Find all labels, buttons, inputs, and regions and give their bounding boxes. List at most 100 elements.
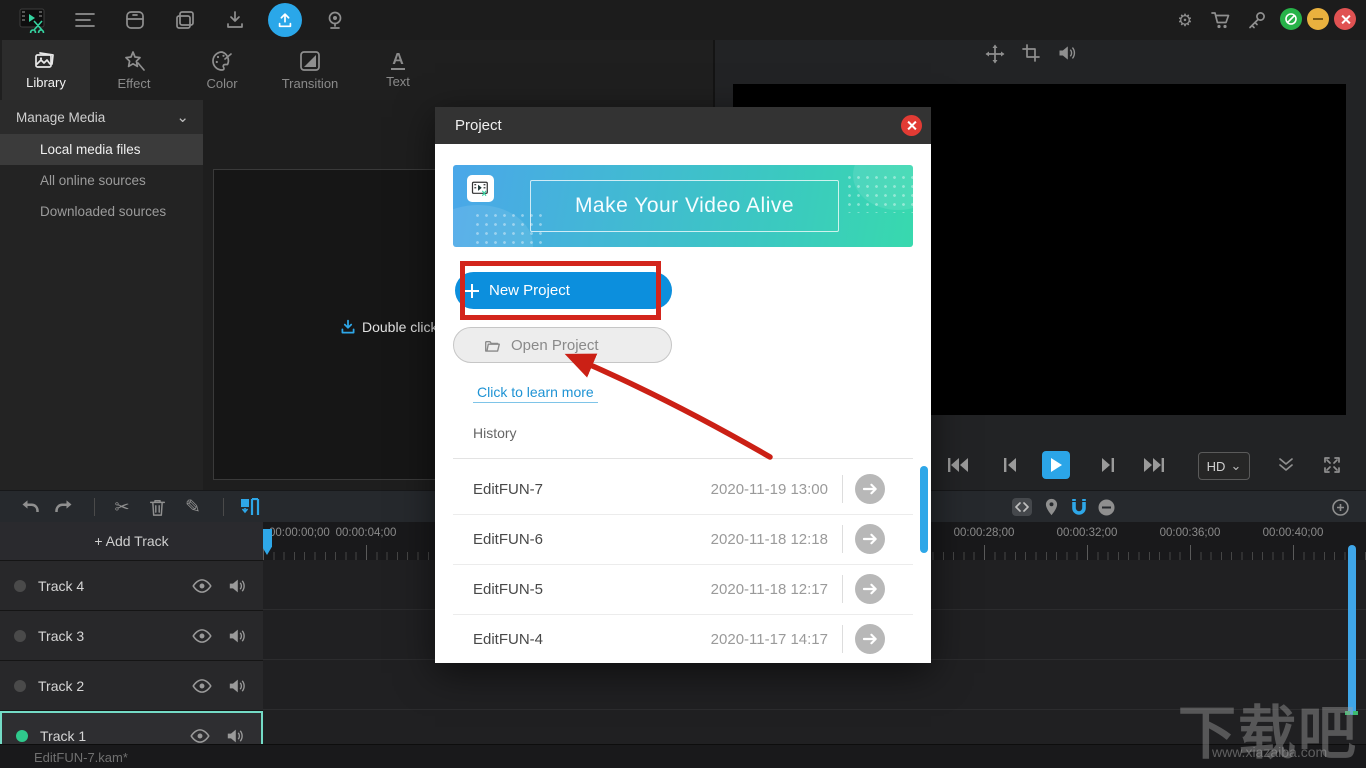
redo-button[interactable]	[52, 495, 76, 519]
history-row[interactable]: EditFUN-6 2020-11-18 12:18	[453, 514, 913, 565]
move-icon[interactable]	[985, 44, 1005, 64]
dialog-close-button[interactable]	[901, 115, 922, 136]
copy-icon[interactable]	[173, 8, 197, 32]
volume-icon[interactable]	[1057, 44, 1077, 64]
new-project-button[interactable]: New Project	[455, 272, 672, 309]
previous-frame-button[interactable]	[996, 451, 1024, 479]
edit-pencil-button[interactable]: ✎	[181, 495, 205, 519]
activation-key-icon[interactable]	[1245, 8, 1269, 32]
project-dialog: Project Make Your Video Alive New Projec…	[435, 107, 931, 663]
magnet-snap-icon[interactable]	[1067, 495, 1091, 519]
quality-dropdown[interactable]: HD ⌄	[1198, 452, 1250, 480]
minimize-button[interactable]	[1307, 8, 1329, 30]
tab-color[interactable]: Color	[178, 40, 266, 100]
sidebar-item-online-sources[interactable]: All online sources	[0, 165, 203, 196]
dialog-header: Project	[435, 107, 931, 144]
visibility-eye-icon[interactable]	[191, 579, 213, 593]
split-scissors-button[interactable]: ✂	[110, 495, 134, 519]
track-row-2[interactable]: Track 2	[0, 661, 263, 711]
tab-library[interactable]: Library	[2, 40, 90, 100]
track-header-column: + Add Track Track 4 Track 3 Track 2 Trac…	[0, 522, 263, 744]
tab-effect[interactable]: Effect	[90, 40, 178, 100]
learn-more-link[interactable]: Click to learn more	[473, 384, 598, 403]
zoom-in-button[interactable]	[1328, 495, 1352, 519]
play-button[interactable]	[1042, 451, 1070, 479]
skip-to-start-button[interactable]	[944, 451, 972, 479]
marker-pin-icon[interactable]	[1039, 495, 1063, 519]
block-status-button[interactable]	[1280, 8, 1302, 30]
settings-gear-icon[interactable]: ⚙	[1173, 8, 1197, 32]
resize-handle	[1353, 711, 1358, 715]
delete-trash-button[interactable]	[145, 495, 169, 519]
status-bar: EditFUN-7.kam*	[0, 744, 1366, 768]
import-icon[interactable]	[223, 8, 247, 32]
code-brackets-button[interactable]	[1010, 495, 1034, 519]
close-icon	[906, 120, 917, 131]
tab-label: Color	[206, 76, 237, 91]
tab-label: Transition	[282, 76, 339, 91]
tab-label: Library	[26, 75, 66, 90]
visibility-eye-icon[interactable]	[191, 629, 213, 643]
store-cart-icon[interactable]	[1209, 8, 1233, 32]
open-history-arrow-button[interactable]	[855, 474, 885, 504]
crop-icon[interactable]	[1022, 44, 1040, 64]
open-history-arrow-button[interactable]	[855, 574, 885, 604]
plus-icon	[465, 284, 479, 298]
quality-value: HD	[1207, 459, 1226, 474]
mute-speaker-icon[interactable]	[227, 678, 249, 694]
add-track-button[interactable]: + Add Track	[0, 522, 263, 561]
app-logo-icon	[16, 5, 50, 35]
track-row-3[interactable]: Track 3	[0, 611, 263, 661]
history-row[interactable]: EditFUN-7 2020-11-19 13:00	[453, 464, 913, 515]
history-heading: History	[473, 425, 517, 441]
tab-transition[interactable]: Transition	[266, 40, 354, 100]
transition-icon	[299, 50, 321, 72]
collapse-double-chevron-icon[interactable]	[1272, 451, 1300, 479]
close-window-button[interactable]	[1334, 8, 1356, 30]
next-frame-button[interactable]	[1094, 451, 1122, 479]
export-button[interactable]	[268, 3, 302, 37]
folder-icon	[484, 338, 501, 353]
open-project-label: Open Project	[511, 337, 599, 354]
timeline-vertical-scrollbar[interactable]	[1348, 545, 1356, 715]
media-sources-sidebar: Local media files All online sources Dow…	[0, 134, 203, 490]
mute-speaker-icon[interactable]	[227, 628, 249, 644]
visibility-eye-icon[interactable]	[189, 729, 211, 743]
dialog-scrollbar[interactable]	[920, 466, 928, 553]
mute-speaker-icon[interactable]	[227, 578, 249, 594]
open-project-button[interactable]: Open Project	[453, 327, 672, 363]
tab-label: Effect	[117, 76, 150, 91]
divider	[453, 458, 913, 459]
palette-icon	[210, 50, 234, 72]
track-state-dot	[14, 630, 26, 642]
menu-icon[interactable]	[73, 8, 97, 32]
open-history-arrow-button[interactable]	[855, 624, 885, 654]
skip-to-end-button[interactable]	[1140, 451, 1168, 479]
library-icon	[34, 51, 58, 71]
manage-media-dropdown[interactable]: Manage Media ⌄	[0, 100, 203, 134]
tab-text[interactable]: A Text	[354, 40, 442, 100]
fullscreen-button[interactable]	[1318, 451, 1346, 479]
banner-slogan-box: Make Your Video Alive	[530, 180, 839, 232]
banner-slogan: Make Your Video Alive	[575, 194, 794, 218]
project-filename: EditFUN-7.kam*	[34, 750, 128, 765]
history-row[interactable]: EditFUN-5 2020-11-18 12:17	[453, 564, 913, 615]
record-webcam-icon[interactable]	[323, 8, 347, 32]
track-row-4[interactable]: Track 4	[0, 561, 263, 611]
zoom-out-button[interactable]	[1094, 495, 1118, 519]
open-history-arrow-button[interactable]	[855, 524, 885, 554]
mute-speaker-icon[interactable]	[225, 728, 247, 744]
save-icon[interactable]	[123, 8, 147, 32]
insert-to-track-button[interactable]	[238, 495, 262, 519]
visibility-eye-icon[interactable]	[191, 679, 213, 693]
resize-handle	[1345, 711, 1350, 715]
top-toolbar: ⚙	[0, 0, 1366, 41]
track-state-dot	[14, 580, 26, 592]
undo-button[interactable]	[18, 495, 42, 519]
sidebar-item-local-media[interactable]: Local media files	[0, 134, 203, 165]
panel-tabs: Library Effect Color Transition A Text	[0, 40, 713, 101]
history-row[interactable]: EditFUN-4 2020-11-17 14:17	[453, 614, 913, 663]
import-hint-text: Double click	[362, 319, 437, 335]
track-state-dot	[14, 680, 26, 692]
sidebar-item-downloaded-sources[interactable]: Downloaded sources	[0, 196, 203, 227]
